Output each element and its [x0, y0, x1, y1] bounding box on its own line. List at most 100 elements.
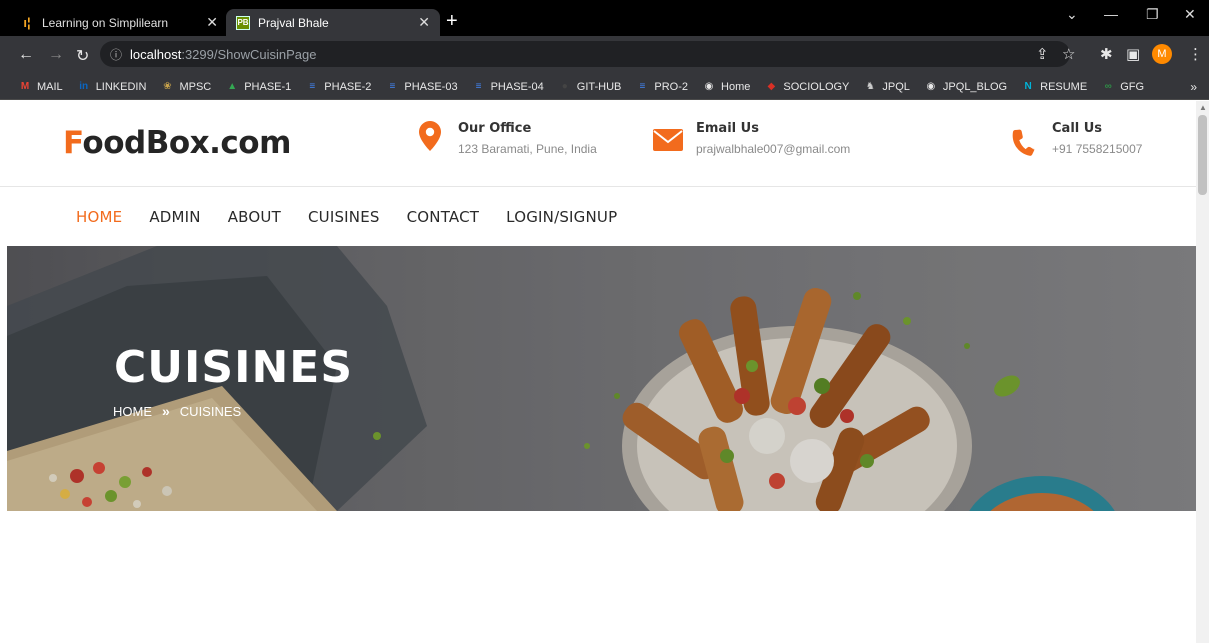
close-tab-icon[interactable]: ✕: [206, 14, 218, 31]
phone-number[interactable]: +91 7558215007: [1052, 142, 1142, 156]
page-title: CUISINES: [114, 342, 354, 393]
address-input[interactable]: ⓘ localhost :3299/ShowCuisinPage: [100, 41, 1070, 67]
globe-icon: ◉: [704, 81, 714, 92]
tab-title: Prajval Bhale: [258, 15, 329, 30]
bookmark-phase-04[interactable]: ≡ PHASE-04: [472, 80, 544, 94]
bookmark-gfg[interactable]: ∞ GFG: [1101, 80, 1144, 94]
sociology-icon: ◆: [767, 81, 776, 92]
office-address: 123 Baramati, Pune, India: [458, 142, 597, 156]
breadcrumb: HOME » CUISINES: [113, 403, 241, 419]
email-address[interactable]: prajwalbhale007@gmail.com: [696, 142, 850, 156]
bookmark-label: Home: [721, 80, 751, 93]
profile-avatar[interactable]: M: [1152, 44, 1172, 64]
restore-icon[interactable]: ❐: [1146, 6, 1159, 23]
nav-about[interactable]: ABOUT: [228, 208, 281, 226]
site-logo[interactable]: FoodBox.com: [63, 125, 291, 161]
forward-icon[interactable]: →: [48, 46, 64, 64]
side-panel-icon[interactable]: ▣: [1126, 45, 1140, 63]
new-tab-icon[interactable]: +: [446, 10, 458, 33]
nav-admin[interactable]: ADMIN: [149, 208, 200, 226]
back-icon[interactable]: ←: [18, 46, 34, 64]
breadcrumb-home[interactable]: HOME: [113, 404, 152, 419]
main-nav: HOME ADMIN ABOUT CUISINES CONTACT LOGIN/…: [0, 188, 1196, 246]
nav-home[interactable]: HOME: [76, 208, 122, 226]
bookmark-jpql[interactable]: ♞ JPQL: [863, 80, 910, 94]
close-window-icon[interactable]: ✕: [1184, 6, 1196, 23]
hero-banner: CUISINES HOME » CUISINES: [7, 246, 1196, 511]
bookmark-phase-2[interactable]: ≡ PHASE-2: [305, 80, 371, 94]
bookmark-git-hub[interactable]: ● GIT-HUB: [558, 80, 622, 94]
bookmark-label: MPSC: [179, 80, 212, 93]
bookmark-phase-1[interactable]: ▲ PHASE-1: [225, 80, 291, 94]
tab-prajval-bhale[interactable]: PB Prajval Bhale ✕: [226, 9, 440, 36]
scrollbar-thumb[interactable]: [1198, 115, 1207, 195]
office-title: Our Office: [458, 121, 532, 136]
pb-favicon-icon: PB: [236, 15, 250, 30]
docs-icon: ≡: [639, 81, 646, 92]
close-tab-icon[interactable]: ✕: [418, 14, 430, 31]
bookmarks-overflow-icon[interactable]: »: [1190, 80, 1197, 94]
address-toolbar: ← → ↻ ⓘ localhost :3299/ShowCuisinPage ⇪…: [0, 36, 1209, 74]
bookmark-label: PHASE-04: [490, 80, 544, 93]
page-viewport: FoodBox.com Our Office 123 Baramati, Pun…: [0, 101, 1196, 643]
bookmark-label: SOCIOLOGY: [783, 80, 850, 93]
bookmark-label: RESUME: [1040, 80, 1088, 93]
url-host: localhost: [130, 46, 182, 62]
github-icon: ●: [561, 81, 568, 92]
scroll-up-icon[interactable]: ▲: [1199, 103, 1207, 112]
bookmark-pro-2[interactable]: ≡ PRO-2: [635, 80, 688, 94]
bookmark-label: PHASE-03: [404, 80, 458, 93]
nav-login-signup[interactable]: LOGIN/SIGNUP: [506, 208, 617, 226]
bookmark-star-icon[interactable]: ☆: [1062, 45, 1075, 63]
call-title: Call Us: [1052, 121, 1103, 136]
map-marker-icon: [412, 121, 448, 156]
phone-icon: [1006, 121, 1042, 157]
bookmark-resume[interactable]: N RESUME: [1021, 80, 1088, 94]
bookmark-mpsc[interactable]: ❀ MPSC: [160, 80, 211, 94]
bookmark-label: GFG: [1120, 80, 1145, 93]
tab-title: Learning on Simplilearn: [42, 15, 169, 30]
call-info: Call Us +91 7558215007: [1006, 121, 1142, 157]
share-icon[interactable]: ⇪: [1036, 45, 1049, 63]
bookmark-jpql-blog[interactable]: ◉ JPQL_BLOG: [924, 80, 1008, 94]
breadcrumb-current: CUISINES: [179, 403, 242, 419]
linkedin-icon: in: [79, 81, 89, 92]
bookmark-label: LINKEDIN: [95, 80, 147, 93]
bookmark-label: JPQL_BLOG: [942, 80, 1008, 93]
resume-icon: N: [1024, 81, 1032, 92]
minimize-icon[interactable]: —: [1104, 6, 1118, 22]
gfg-icon: ∞: [1104, 81, 1112, 92]
jpql-icon: ♞: [865, 81, 875, 92]
breadcrumb-separator-icon: »: [162, 403, 170, 419]
bookmark-linkedin[interactable]: in LINKEDIN: [77, 80, 147, 94]
url-path: :3299/ShowCuisinPage: [181, 46, 317, 62]
office-info: Our Office 123 Baramati, Pune, India: [412, 121, 597, 156]
page-scrollbar[interactable]: ▲: [1196, 101, 1209, 643]
bookmark-phase-03[interactable]: ≡ PHASE-03: [385, 80, 457, 94]
simplilearn-icon: ı¦: [23, 15, 31, 30]
email-title: Email Us: [696, 121, 759, 136]
gmail-icon: M: [20, 81, 30, 92]
globe-icon: ◉: [926, 81, 936, 92]
bookmark-mail[interactable]: M MAIL: [18, 80, 63, 94]
emblem-icon: ❀: [163, 81, 172, 92]
docs-icon: ≡: [309, 81, 316, 92]
tab-simplilearn[interactable]: ı¦ Learning on Simplilearn ✕: [10, 9, 228, 36]
bookmark-sociology[interactable]: ◆ SOCIOLOGY: [764, 80, 850, 94]
tab-search-icon[interactable]: ⌄: [1066, 6, 1078, 23]
nav-contact[interactable]: CONTACT: [407, 208, 480, 226]
bookmark-home[interactable]: ◉ Home: [702, 80, 751, 94]
bookmark-label: PHASE-2: [324, 80, 372, 93]
envelope-icon: [650, 121, 686, 156]
menu-icon[interactable]: ⋮: [1188, 45, 1203, 63]
site-info-icon[interactable]: ⓘ: [110, 46, 122, 63]
site-header: FoodBox.com Our Office 123 Baramati, Pun…: [0, 101, 1196, 187]
bookmarks-bar: M MAIL in LINKEDIN ❀ MPSC ▲ PHASE-1 ≡ PHASE-2 ≡ PHA…: [0, 74, 1209, 100]
bookmark-label: PHASE-1: [244, 80, 292, 93]
reload-icon[interactable]: ↻: [76, 46, 89, 66]
bookmark-label: MAIL: [37, 80, 63, 93]
nav-cuisines[interactable]: CUISINES: [308, 208, 380, 226]
extensions-icon[interactable]: ✱: [1100, 45, 1113, 63]
email-info: Email Us prajwalbhale007@gmail.com: [650, 121, 850, 156]
browser-tab-bar: ı¦ Learning on Simplilearn ✕ PB Prajval …: [0, 0, 1209, 36]
